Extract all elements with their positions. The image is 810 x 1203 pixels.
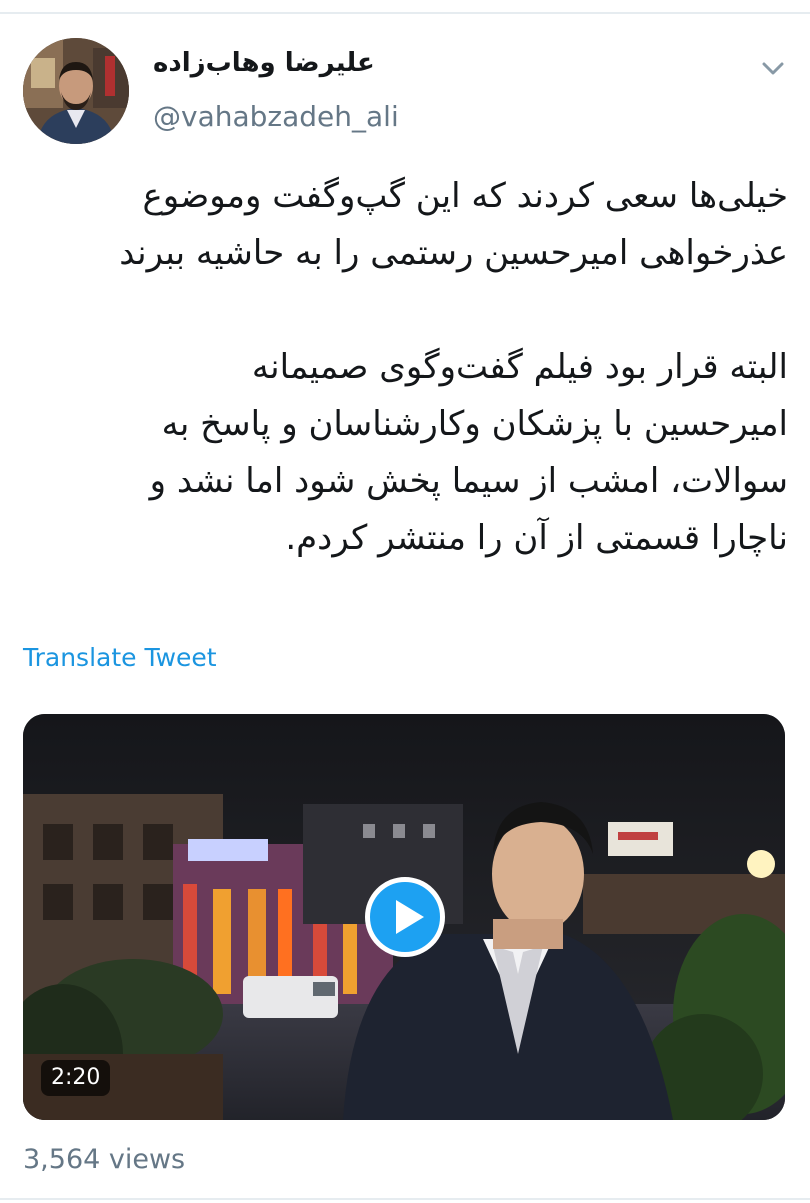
author-handle[interactable]: @vahabzadeh_ali	[153, 100, 399, 133]
translate-tweet-link[interactable]: Translate Tweet	[23, 643, 217, 672]
tweet-text: خیلی‌ها سعی کردند که این گپ‌وگفت وموضوع …	[22, 168, 788, 567]
view-count: 3,564 views	[23, 1144, 186, 1175]
chevron-down-icon[interactable]	[758, 56, 788, 80]
tweet-text-line: عذرخواهی امیرحسین رستمی را به حاشیه ببرن…	[119, 233, 788, 273]
tweet-text-line: ناچارا قسمتی از آن را منتشر کردم.	[285, 518, 788, 558]
author-name[interactable]: علیرضا وهاب‌زاده	[153, 48, 413, 78]
tweet-text-line: امیرحسین با پزشکان وکارشناسان و پاسخ به	[161, 404, 788, 444]
tweet-card: علیرضا وهاب‌زاده @vahabzadeh_ali خیلی‌ها…	[0, 0, 810, 1203]
tweet-text-line: البته قرار بود فیلم گفت‌وگوی صمیمانه	[251, 347, 788, 387]
video-player[interactable]: 2:20	[23, 714, 785, 1120]
tweet-text-line: خیلی‌ها سعی کردند که این گپ‌وگفت وموضوع	[142, 176, 788, 216]
play-icon	[396, 900, 424, 934]
play-button[interactable]	[365, 877, 445, 957]
video-duration: 2:20	[41, 1060, 111, 1096]
avatar[interactable]	[23, 38, 129, 144]
tweet-text-line: سوالات، امشب از سیما پخش شود اما نشد و	[149, 461, 788, 501]
divider	[0, 1198, 810, 1200]
divider	[0, 12, 810, 14]
